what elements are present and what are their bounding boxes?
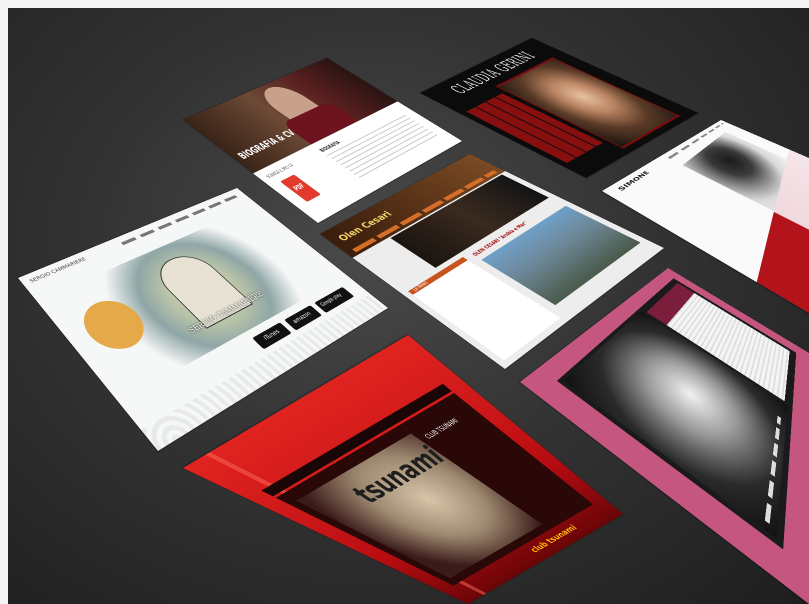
pdf-icon-label: PDF [291, 182, 308, 193]
pdf-download-icon[interactable]: PDF [280, 174, 321, 202]
mockup-showcase: BIOGRAFIA & CV SCARICA IL MIO CV PDF BIO… [8, 8, 809, 604]
white-site-logo: SIMONE [616, 170, 652, 193]
sergio-brand: SERGIO CAMMARIERE [28, 256, 88, 285]
